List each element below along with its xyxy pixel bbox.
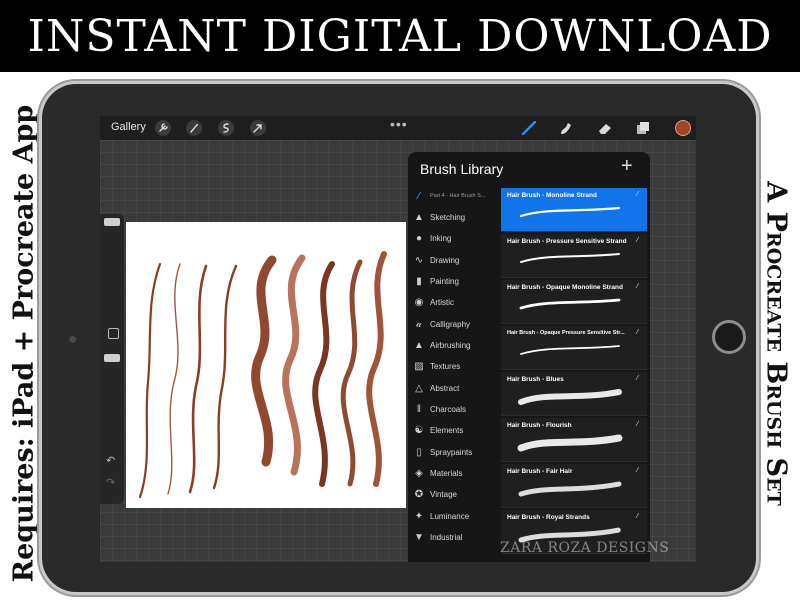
layers-icon[interactable] bbox=[635, 121, 651, 135]
category-airbrushing[interactable]: ▲ Airbrushing bbox=[408, 335, 500, 355]
watermark-text: ZARA ROZA DESIGNS bbox=[500, 540, 670, 556]
brush-edit-icon: ⁄ bbox=[637, 237, 639, 244]
brush-stroke-preview bbox=[520, 345, 620, 355]
category-painting[interactable]: ▮ Painting bbox=[408, 271, 500, 291]
anvil-icon: ▼ bbox=[414, 531, 424, 543]
brush-item-fair-hair[interactable]: Hair Brush - Fair Hair ⁄ bbox=[501, 464, 647, 508]
yin-yang-icon: ☯ bbox=[414, 424, 424, 436]
undo-icon[interactable]: ↶ bbox=[106, 454, 115, 467]
modify-button[interactable] bbox=[108, 328, 119, 339]
transform-arrow-icon[interactable] bbox=[250, 120, 266, 136]
brush-stroke-preview bbox=[517, 434, 623, 452]
cube-icon: ◈ bbox=[415, 467, 423, 479]
brush-edit-icon: ⁄ bbox=[637, 375, 639, 382]
camera-dot bbox=[69, 336, 76, 343]
more-options-button[interactable]: ••• bbox=[390, 116, 408, 132]
brush-list: Hair Brush - Monoline Strand ⁄ Hair Brus… bbox=[501, 188, 647, 562]
category-luminance[interactable]: ✦ Luminance bbox=[408, 506, 500, 526]
left-sidebar: ↶ ↷ bbox=[100, 214, 124, 504]
smudge-icon[interactable] bbox=[558, 121, 574, 135]
eraser-icon[interactable] bbox=[597, 121, 613, 135]
brush-stroke-preview bbox=[519, 206, 621, 218]
charcoal-icon: ‖ bbox=[416, 403, 422, 415]
hair-strokes-artwork bbox=[138, 251, 387, 499]
squiggle-icon: ∿ bbox=[414, 254, 424, 266]
paint-brush-icon: ▮ bbox=[416, 275, 422, 287]
brush-edit-icon: ⁄ bbox=[637, 513, 639, 520]
opacity-slider[interactable] bbox=[104, 354, 120, 362]
redo-icon[interactable]: ↷ bbox=[106, 476, 115, 489]
brush-item-monoline-strand[interactable]: Hair Brush - Monoline Strand ⁄ bbox=[501, 188, 647, 232]
add-brush-set-button[interactable]: + bbox=[621, 155, 633, 178]
left-side-caption: Requires: iPad + Procreate App bbox=[4, 96, 44, 590]
color-picker-button[interactable] bbox=[675, 120, 691, 136]
category-materials[interactable]: ◈ Materials bbox=[408, 463, 500, 483]
pencil-tip-icon: ▲ bbox=[414, 211, 424, 223]
star-badge-icon: ✪ bbox=[414, 488, 424, 500]
category-abstract[interactable]: △ Abstract bbox=[408, 378, 500, 398]
top-banner: INSTANT DIGITAL DOWNLOAD bbox=[0, 0, 800, 72]
brush-item-blues[interactable]: Hair Brush - Blues ⁄ bbox=[501, 372, 647, 416]
category-spraypaints[interactable]: ▯ Spraypaints bbox=[408, 442, 500, 462]
brush-library-title: Brush Library bbox=[420, 161, 504, 177]
magic-wand-icon[interactable] bbox=[186, 120, 202, 136]
brush-stroke-preview bbox=[520, 253, 620, 263]
category-industrial[interactable]: ▼ Industrial bbox=[408, 527, 500, 547]
brush-size-slider[interactable] bbox=[104, 218, 120, 226]
sparkle-icon: ✦ bbox=[414, 510, 424, 522]
requirements-text: Requires: iPad + Procreate App bbox=[8, 104, 40, 582]
selection-icon[interactable] bbox=[218, 120, 234, 136]
palette-icon: ◉ bbox=[414, 296, 424, 308]
calligraphy-icon: 𝒶 bbox=[416, 318, 422, 330]
drawing-canvas[interactable] bbox=[126, 222, 406, 508]
category-textures[interactable]: ▨ Textures bbox=[408, 356, 500, 376]
category-charcoals[interactable]: ‖ Charcoals bbox=[408, 399, 500, 419]
brush-stroke-icon: ⁄ bbox=[418, 190, 420, 202]
brush-library-panel: Brush Library + ⁄ Part 4 - Hair Brush S.… bbox=[408, 152, 650, 562]
home-button[interactable] bbox=[712, 320, 746, 354]
brush-item-opaque-monoline-strand[interactable]: Hair Brush - Opaque Monoline Strand ⁄ bbox=[501, 280, 647, 324]
brush-icon[interactable] bbox=[521, 121, 537, 135]
texture-icon: ▨ bbox=[414, 360, 424, 372]
airbrush-icon: ▲ bbox=[414, 339, 424, 351]
category-drawing[interactable]: ∿ Drawing bbox=[408, 250, 500, 270]
category-artistic[interactable]: ◉ Artistic bbox=[408, 292, 500, 312]
brush-edit-icon: ⁄ bbox=[637, 421, 639, 428]
ink-drop-icon: ● bbox=[415, 232, 423, 244]
brush-stroke-preview bbox=[518, 481, 622, 497]
brush-edit-icon: ⁄ bbox=[637, 467, 639, 474]
brush-item-opaque-pressure-sensitive[interactable]: Hair Brush - Opaque Pressure Sensitive S… bbox=[501, 326, 647, 370]
spray-can-icon: ▯ bbox=[416, 446, 422, 458]
triangle-icon: △ bbox=[415, 382, 423, 394]
category-calligraphy[interactable]: 𝒶 Calligraphy bbox=[408, 314, 500, 334]
brush-stroke-preview bbox=[518, 389, 622, 405]
procreate-screen: Gallery ••• ↶ ↷ Brush Library + ⁄ Part 4… bbox=[100, 116, 696, 562]
brush-edit-icon: ⁄ bbox=[637, 283, 639, 290]
top-toolbar: Gallery ••• bbox=[100, 116, 696, 140]
brush-item-flourish[interactable]: Hair Brush - Flourish ⁄ bbox=[501, 418, 647, 462]
category-sketching[interactable]: ▲ Sketching bbox=[408, 207, 500, 227]
category-hair-brush-set[interactable]: ⁄ Part 4 - Hair Brush S... bbox=[408, 186, 500, 206]
right-side-caption: A Procreate Brush Set bbox=[756, 96, 796, 590]
wrench-icon[interactable] bbox=[155, 120, 171, 136]
banner-title: INSTANT DIGITAL DOWNLOAD bbox=[27, 10, 773, 62]
gallery-button[interactable]: Gallery bbox=[111, 121, 146, 133]
brush-item-pressure-sensitive-strand[interactable]: Hair Brush - Pressure Sensitive Strand ⁄ bbox=[501, 234, 647, 278]
brush-stroke-preview bbox=[519, 298, 621, 310]
brush-edit-icon: ⁄ bbox=[637, 191, 639, 198]
brush-edit-icon: ⁄ bbox=[637, 329, 639, 336]
product-title-text: A Procreate Brush Set bbox=[760, 180, 792, 506]
category-inking[interactable]: ● Inking bbox=[408, 228, 500, 248]
category-vintage[interactable]: ✪ Vintage bbox=[408, 484, 500, 504]
category-elements[interactable]: ☯ Elements bbox=[408, 420, 500, 440]
